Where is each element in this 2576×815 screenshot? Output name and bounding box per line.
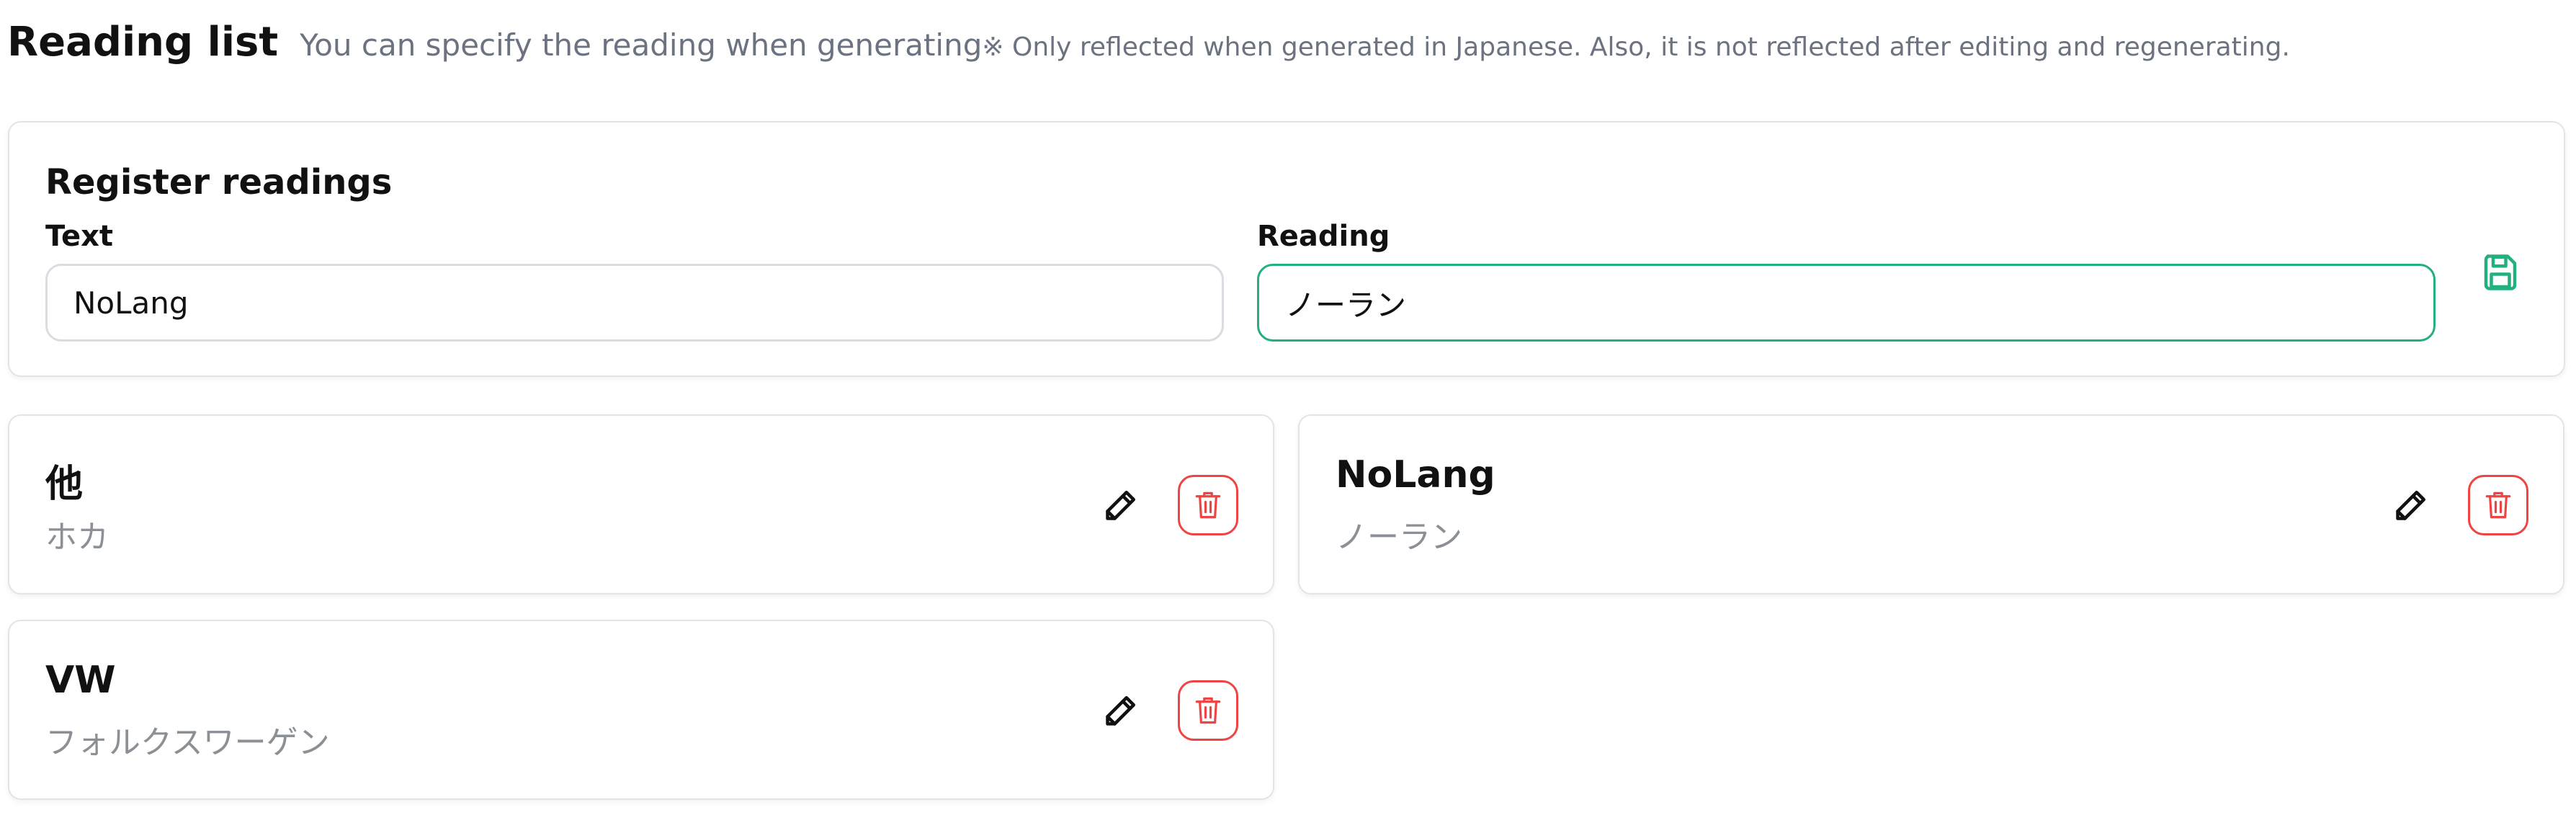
save-button[interactable] (2479, 251, 2522, 294)
reading-field-label: Reading (1257, 220, 1390, 253)
reading-list-page: Reading list You can specify the reading … (0, 0, 2576, 815)
edit-button[interactable] (1099, 484, 1142, 527)
delete-button[interactable] (1178, 475, 1238, 535)
pencil-icon (1106, 491, 1135, 520)
trash-icon (1195, 697, 1221, 724)
reading-input[interactable] (1257, 264, 2436, 342)
page-title: Reading list (7, 19, 279, 66)
edit-button[interactable] (1099, 690, 1142, 733)
pencil-icon (1106, 696, 1135, 726)
page-subtitle: You can specify the reading when generat… (300, 27, 983, 63)
register-readings-card: Register readings Text Reading (8, 121, 2565, 377)
reading-item: NoLang ノーラン (1298, 414, 2564, 594)
text-input[interactable] (45, 264, 1224, 342)
page-note: ※ Only reflected when generated in Japan… (982, 32, 2290, 62)
edit-button[interactable] (2389, 484, 2432, 527)
reading-item: VW フォルクスワーゲン (8, 620, 1274, 800)
reading-item-reading: ホカ (45, 519, 109, 556)
reading-item-text: 他 (45, 463, 84, 506)
delete-button[interactable] (2468, 475, 2528, 535)
reading-item-reading: フォルクスワーゲン (45, 724, 330, 761)
pencil-icon (2396, 491, 2425, 520)
page-header: Reading list You can specify the reading … (7, 19, 2290, 66)
trash-icon (2485, 491, 2511, 519)
text-field-label: Text (45, 220, 114, 253)
register-title: Register readings (45, 162, 393, 202)
delete-button[interactable] (1178, 680, 1238, 741)
reading-item-reading: ノーラン (1336, 519, 1462, 556)
reading-item: 他 ホカ (8, 414, 1274, 594)
reading-item-text: NoLang (1336, 453, 1495, 496)
trash-icon (1195, 491, 1221, 519)
reading-item-text: VW (45, 659, 116, 702)
save-icon (2484, 254, 2517, 290)
